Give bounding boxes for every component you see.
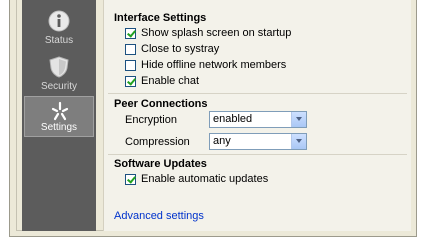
section-title-updates: Software Updates [114,158,207,170]
sidebar-item-settings[interactable]: Settings [24,96,94,137]
info-icon [48,10,70,32]
encryption-select[interactable]: enabled [209,111,307,128]
option-label: Enable chat [141,75,200,87]
option-hide-offline[interactable]: Hide offline network members [125,58,286,72]
option-label: Hide offline network members [141,59,287,71]
chevron-down-icon[interactable] [291,134,306,149]
shield-icon [49,56,69,78]
advanced-settings-link[interactable]: Advanced settings [114,210,204,222]
settings-icon [51,101,69,121]
checkbox[interactable] [125,59,136,71]
option-enable-chat[interactable]: Enable chat [125,74,199,88]
checkbox[interactable] [125,173,136,185]
option-close-to-systray[interactable]: Close to systray [125,42,219,56]
sidebar-item-label: Security [40,81,78,92]
sidebar-item-status[interactable]: Status [24,6,94,46]
section-title-peer: Peer Connections [114,98,208,110]
compression-label: Compression [125,136,190,148]
encryption-label: Encryption [125,114,177,126]
checkbox[interactable] [125,75,136,87]
compression-value: any [213,135,231,147]
encryption-value: enabled [213,113,253,125]
sidebar-item-label: Settings [40,122,78,133]
sidebar-item-security[interactable]: Security [24,52,94,92]
option-show-splash[interactable]: Show splash screen on startup [125,26,291,40]
divider [108,154,407,155]
sidebar-item-label: Status [44,35,74,46]
checkbox[interactable] [125,43,136,55]
section-title-interface: Interface Settings [114,12,207,24]
compression-select[interactable]: any [209,133,307,150]
divider [108,93,407,94]
option-label: Show splash screen on startup [141,27,292,39]
chevron-down-icon[interactable] [291,112,306,127]
settings-panel: Interface Settings Show splash screen on… [103,0,411,231]
option-label: Close to systray [141,43,220,55]
option-auto-updates[interactable]: Enable automatic updates [125,172,268,186]
checkbox[interactable] [125,27,136,39]
option-label: Enable automatic updates [141,173,269,185]
sidebar: Status Security Settings [22,0,96,231]
